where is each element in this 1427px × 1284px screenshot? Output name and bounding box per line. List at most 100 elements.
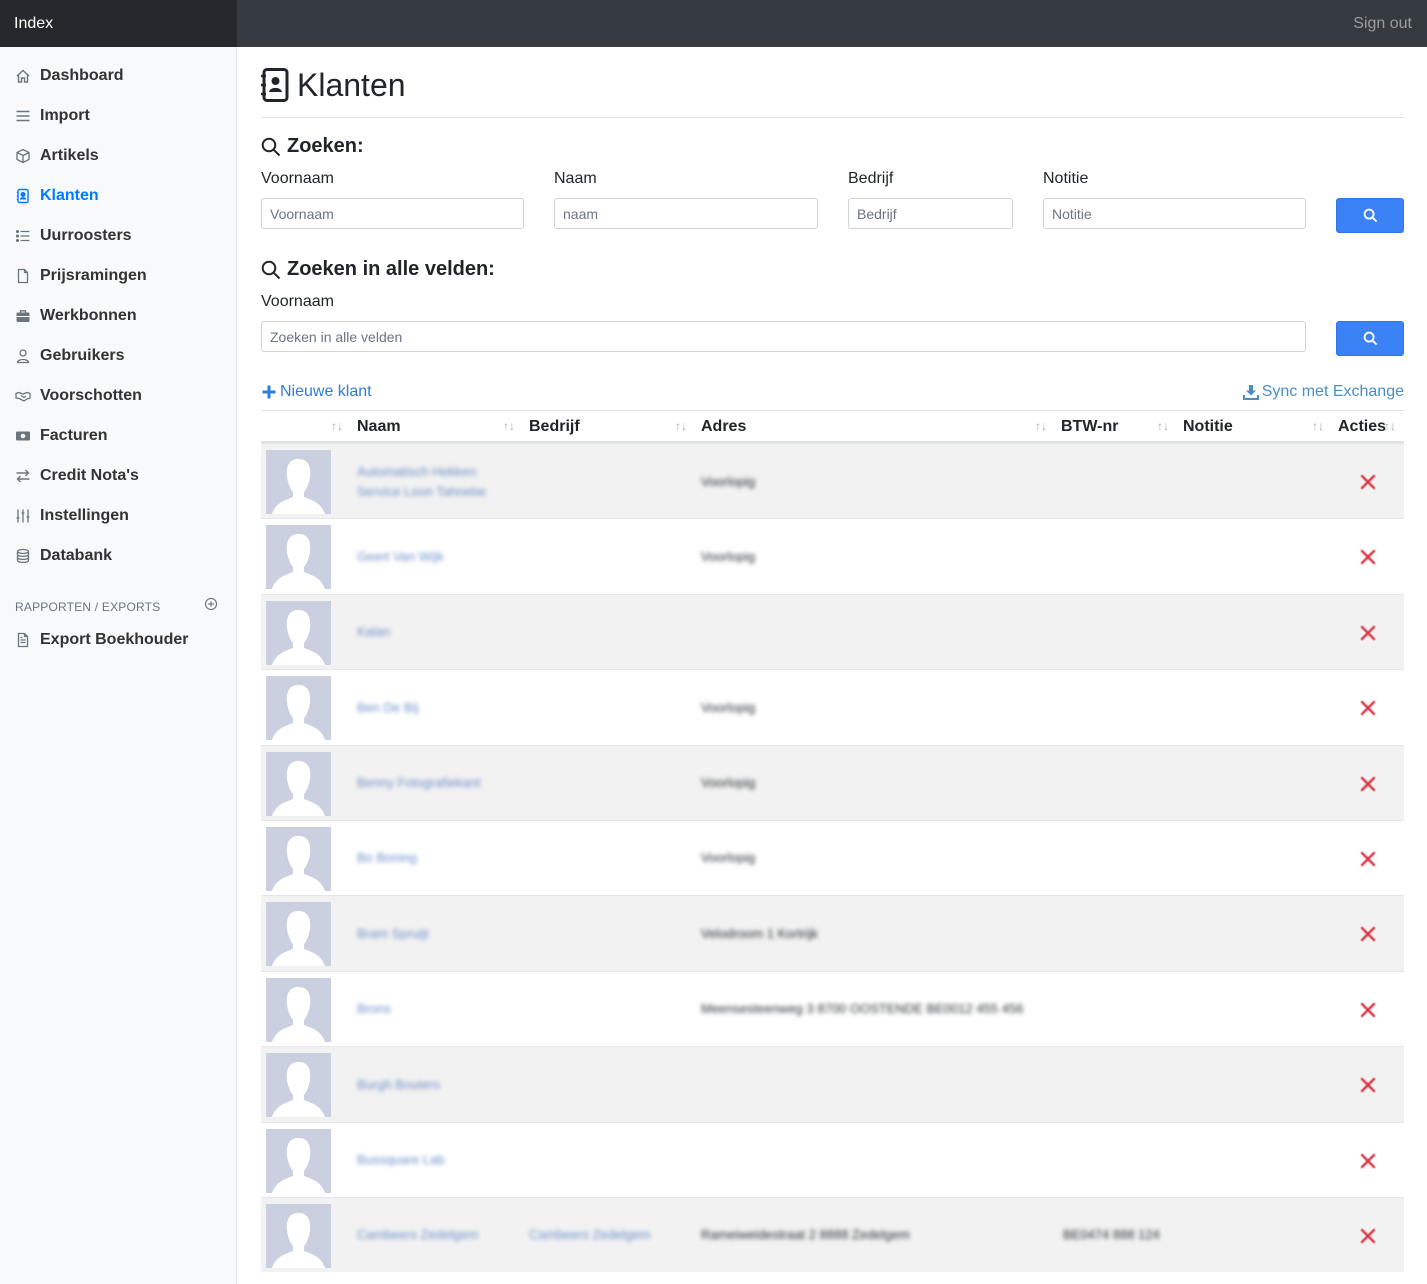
- table-row[interactable]: Cambeers Zedelgem Cambeers Zedelgem Rame…: [261, 1196, 1404, 1273]
- avatar: [266, 525, 331, 590]
- sidebar-item-artikels[interactable]: Artikels: [14, 144, 99, 168]
- cell-naam[interactable]: Geert Van Wijk: [357, 519, 517, 594]
- sidebar-item-export-boekhouder[interactable]: Export Boekhouder: [14, 628, 188, 652]
- table-row[interactable]: Brons Meensesteenweg 3 8700 OOSTENDE BE0…: [261, 970, 1404, 1047]
- delete-icon[interactable]: [1359, 1227, 1377, 1245]
- delete-icon[interactable]: [1359, 1152, 1377, 1170]
- delete-icon[interactable]: [1359, 473, 1377, 491]
- delete-icon[interactable]: [1359, 775, 1377, 793]
- cell-adres: Voorlopig: [701, 775, 756, 791]
- sort-icon[interactable]: ↑↓: [331, 411, 343, 442]
- bedrijf-input[interactable]: [848, 198, 1013, 229]
- naam-input[interactable]: [554, 198, 818, 229]
- cell-adres: [701, 1123, 1056, 1198]
- column-header-bedrijf[interactable]: Bedrijf: [529, 411, 580, 442]
- sidebar-item-facturen[interactable]: Facturen: [14, 424, 108, 448]
- table-row[interactable]: Geert Van Wijk Voorlopig: [261, 518, 1404, 593]
- cell-adres: Velodroom 1 Kortrijk: [701, 925, 819, 941]
- sidebar-item-credit-notas[interactable]: Credit Nota's: [14, 464, 139, 488]
- column-header-notitie[interactable]: Notitie: [1183, 411, 1233, 442]
- sidebar-item-dashboard[interactable]: Dashboard: [14, 64, 124, 88]
- table-row[interactable]: Bram Spruijt Velodroom 1 Kortrijk: [261, 895, 1404, 971]
- sort-icon[interactable]: ↑↓: [1157, 411, 1169, 442]
- sidebar-item-import[interactable]: Import: [14, 104, 90, 128]
- cell-naam[interactable]: Burgh Bouters: [357, 1047, 517, 1122]
- delete-icon[interactable]: [1359, 548, 1377, 566]
- cell-naam[interactable]: Benny Fotografiekant: [357, 746, 517, 821]
- avatar: [266, 1203, 331, 1268]
- sign-out-link[interactable]: Sign out: [1353, 0, 1412, 47]
- delete-icon[interactable]: [1359, 850, 1377, 868]
- cell-naam[interactable]: Cambeers Zedelgem: [357, 1198, 517, 1273]
- column-header-btw[interactable]: BTW-nr: [1061, 411, 1118, 442]
- cell-bedrijf: [529, 1047, 689, 1122]
- money-icon: [14, 427, 32, 445]
- cell-naam[interactable]: Bram Spruijt: [357, 896, 517, 971]
- column-header-adres[interactable]: Adres: [701, 411, 746, 442]
- avatar: [266, 676, 331, 741]
- sort-icon[interactable]: ↑↓: [1312, 411, 1324, 442]
- cell-btw: [1063, 821, 1183, 896]
- sort-icon[interactable]: ↑↓: [1384, 411, 1396, 442]
- cell-btw: [1063, 444, 1183, 519]
- sidebar-item-label: Klanten: [40, 187, 99, 204]
- cell-naam[interactable]: Brons: [357, 972, 517, 1047]
- main-content: Klanten Zoeken: Voornaam Naam Bedrijf No…: [237, 47, 1427, 1284]
- search-all-input[interactable]: [261, 321, 1306, 352]
- sidebar-item-klanten[interactable]: Klanten: [14, 184, 99, 208]
- brand-link[interactable]: Index: [0, 0, 237, 47]
- sidebar-item-instellingen[interactable]: Instellingen: [14, 504, 129, 528]
- cell-naam[interactable]: Ben De Bij: [357, 670, 517, 745]
- cell-adres: Voorlopig: [701, 850, 756, 866]
- sort-icon[interactable]: ↑↓: [1035, 411, 1047, 442]
- table-row[interactable]: Automatisch Hekken Service Loon Tahnebe …: [261, 443, 1404, 519]
- search-button[interactable]: [1336, 198, 1404, 233]
- sidebar-item-label: Export Boekhouder: [40, 631, 189, 648]
- sort-icon[interactable]: ↑↓: [503, 411, 515, 442]
- file-text-icon: [14, 631, 32, 649]
- search-all-button[interactable]: [1336, 321, 1404, 356]
- delete-icon[interactable]: [1359, 925, 1377, 943]
- column-header-acties[interactable]: Acties: [1338, 411, 1386, 442]
- cell-adres: Voorlopig: [701, 473, 756, 489]
- voornaam-input[interactable]: [261, 198, 524, 229]
- page-title: Klanten: [261, 65, 406, 105]
- new-client-link[interactable]: Nieuwe klant: [261, 383, 372, 401]
- cell-naam[interactable]: Bo Boning: [357, 821, 517, 896]
- plus-circle-icon[interactable]: [204, 597, 218, 611]
- sidebar-item-werkbonnen[interactable]: Werkbonnen: [14, 304, 137, 328]
- cell-bedrijf: [529, 746, 689, 821]
- cell-btw: [1063, 746, 1183, 821]
- sidebar-item-label: Werkbonnen: [40, 307, 137, 324]
- table-row[interactable]: Burgh Bouters: [261, 1046, 1404, 1122]
- delete-icon[interactable]: [1359, 1001, 1377, 1019]
- sidebar-item-label: Voorschotten: [40, 387, 142, 404]
- briefcase-icon: [14, 307, 32, 325]
- cell-naam[interactable]: Automatisch Hekken Service Loon Tahnebe: [357, 444, 517, 519]
- table-row[interactable]: Bo Boning Voorlopig: [261, 819, 1404, 896]
- notitie-input[interactable]: [1043, 198, 1306, 229]
- sidebar-item-voorschotten[interactable]: Voorschotten: [14, 384, 142, 408]
- cell-bedrijf: [529, 444, 689, 519]
- cell-naam[interactable]: Bussquare Lab: [357, 1123, 517, 1198]
- table-row[interactable]: Bussquare Lab: [261, 1121, 1404, 1198]
- delete-icon[interactable]: [1359, 624, 1377, 642]
- sidebar-item-uurroosters[interactable]: Uurroosters: [14, 224, 132, 248]
- sort-icon[interactable]: ↑↓: [675, 411, 687, 442]
- sidebar-item-prijsramingen[interactable]: Prijsramingen: [14, 264, 147, 288]
- table-header: ↑↓ Naam ↑↓ Bedrijf ↑↓ Adres ↑↓ BTW-nr ↑↓…: [261, 410, 1404, 443]
- table-row[interactable]: Ben De Bij Voorlopig: [261, 669, 1404, 744]
- table-row[interactable]: Kalan: [261, 593, 1404, 670]
- sync-exchange-link[interactable]: Sync met Exchange: [1242, 383, 1404, 401]
- delete-icon[interactable]: [1359, 1076, 1377, 1094]
- cell-bedrijf: [529, 1123, 689, 1198]
- search-all-heading: Zoeken in alle velden:: [261, 258, 495, 281]
- sidebar-item-gebruikers[interactable]: Gebruikers: [14, 344, 124, 368]
- column-header-naam[interactable]: Naam: [357, 411, 401, 442]
- delete-icon[interactable]: [1359, 699, 1377, 717]
- sidebar-item-label: Dashboard: [40, 67, 124, 84]
- user-icon: [14, 347, 32, 365]
- table-row[interactable]: Benny Fotografiekant Voorlopig: [261, 744, 1404, 821]
- cell-naam[interactable]: Kalan: [357, 595, 517, 670]
- sidebar-item-databank[interactable]: Databank: [14, 544, 112, 568]
